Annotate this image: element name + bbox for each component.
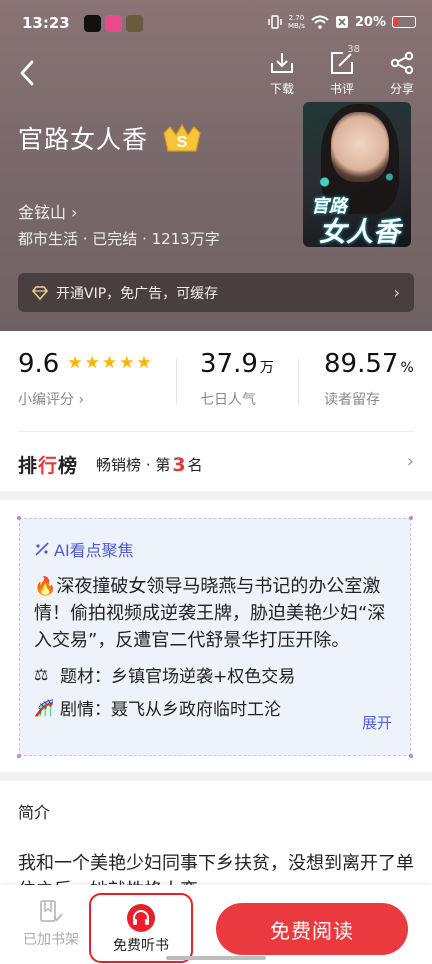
vibrate-icon <box>268 15 282 29</box>
ai-plot-line: 🎢 剧情： 聂飞从乡政府临时工沦 <box>34 695 396 720</box>
status-time: 13:23 <box>22 14 70 32</box>
share-button[interactable]: 分享 <box>380 50 424 97</box>
popularity-stat: 37.9 万 七日人气 <box>200 349 274 409</box>
home-indicator[interactable] <box>166 956 266 960</box>
app-notification-icon <box>126 15 143 32</box>
editor-score[interactable]: 9.6 ★ ★ ★ ★ ★ 小编评分 › <box>18 349 152 409</box>
book-meta: 都市生活 · 已完结 · 1213万字 <box>18 230 220 248</box>
s-grade-letter: S <box>177 134 188 151</box>
headphones-icon <box>127 904 155 932</box>
author-name: 金铉山 <box>18 203 67 222</box>
battery-icon <box>392 16 416 28</box>
corner-dot <box>17 754 21 758</box>
ai-description: 🔥深夜撞破女领导马晓燕与书记的办公室激情！偷拍视频成逆袭王牌，胁迫美艳少妇“深入… <box>34 576 386 651</box>
popularity-label: 七日人气 <box>200 392 256 408</box>
review-button[interactable]: 38 书评 <box>320 44 364 97</box>
s-grade-badge-icon: S <box>163 123 201 152</box>
rank-suffix: 名 <box>187 456 203 474</box>
review-label: 书评 <box>329 82 354 96</box>
bookshelf-added-icon <box>40 900 63 922</box>
ai-genre-line: ⚖ 题材： 乡镇官场逆袭+权色交易 <box>34 662 396 687</box>
author-link[interactable]: 金铉山 › <box>18 199 78 223</box>
book-title: 官路女人香 <box>18 125 149 154</box>
expand-button[interactable]: 展开 <box>362 712 392 733</box>
plot-label: 剧情： <box>60 700 111 720</box>
genre-label: 题材： <box>60 667 111 687</box>
network-speed: 2.70 MB/s <box>288 14 305 30</box>
synopsis-title: 简介 <box>18 803 51 822</box>
divider <box>298 359 299 405</box>
share-label: 分享 <box>389 82 414 96</box>
status-right: 2.70 MB/s 20% <box>268 14 416 30</box>
star-icon: ★ <box>119 353 135 373</box>
bookshelf-button[interactable]: 已加书架 <box>16 899 86 949</box>
app-notification-icon <box>84 15 101 32</box>
bottom-action-bar: 已加书架 免费听书 免费阅读 <box>0 885 432 964</box>
status-app-icons <box>84 15 143 32</box>
share-icon <box>390 51 414 75</box>
app-notification-icon <box>105 15 122 32</box>
genre-value: 乡镇官场逆袭+权色交易 <box>111 667 296 687</box>
ai-sparkle-icon <box>35 542 49 556</box>
vip-banner[interactable]: 开通VIP，免广告，可缓存 › <box>18 273 414 312</box>
score-label: 小编评分 <box>18 392 74 408</box>
cover-title: 官路 女人香 <box>311 196 400 247</box>
ai-highlight-card[interactable]: AI看点聚焦 🔥深夜撞破女领导马晓燕与书记的办公室激情！偷拍视频成逆袭王牌，胁迫… <box>17 516 413 758</box>
ai-heading: AI看点聚焦 <box>34 537 396 561</box>
plot-value: 聂飞从乡政府临时工沦 <box>111 700 281 720</box>
battery-percent: 20% <box>354 14 386 30</box>
book-header: 13:23 2.70 MB/s 20% 下载 38 书评 分享 官路女人香 S … <box>0 0 432 331</box>
rank-list: 畅销榜 · 第 <box>96 456 171 474</box>
book-cover[interactable]: 官路 女人香 <box>303 102 411 247</box>
status-bar: 13:23 2.70 MB/s 20% <box>0 0 432 50</box>
read-button[interactable]: 免费阅读 <box>216 903 408 955</box>
retention-label: 读者留存 <box>324 392 380 408</box>
download-icon <box>271 53 293 73</box>
chevron-right-icon: › <box>71 203 78 222</box>
scales-icon: ⚖ <box>34 665 49 684</box>
download-button[interactable]: 下载 <box>260 50 304 97</box>
ai-highlight-section: AI看点聚焦 🔥深夜撞破女领导马晓燕与书记的办公室激情！偷拍视频成逆袭王牌，胁迫… <box>0 500 432 772</box>
no-sim-icon <box>335 16 348 28</box>
listen-label: 免费听书 <box>113 938 169 954</box>
chevron-right-icon: › <box>78 392 85 408</box>
download-label: 下载 <box>269 82 294 96</box>
retention-stat: 89.57% 读者留存 <box>324 349 414 409</box>
chevron-right-icon: › <box>393 283 400 302</box>
rollercoaster-icon: 🎢 <box>34 698 54 717</box>
diamond-icon <box>32 285 48 300</box>
corner-dot <box>17 516 21 520</box>
star-icon: ★ <box>101 353 118 373</box>
star-icon: ★ <box>67 353 83 373</box>
listen-button[interactable]: 免费听书 <box>89 893 193 963</box>
rank-logo: 排行榜 <box>18 455 79 477</box>
rank-number: 3 <box>172 453 186 476</box>
rating-stars: ★ ★ ★ ★ ★ <box>67 353 151 373</box>
stats-card: 9.6 ★ ★ ★ ★ ★ 小编评分 › 37.9 万 七日人气 89.57% 读者留存 排… <box>0 331 432 491</box>
bookshelf-label: 已加书架 <box>23 932 79 948</box>
divider <box>18 431 414 432</box>
wifi-icon <box>311 15 329 29</box>
corner-dot <box>409 516 413 520</box>
corner-dot <box>409 754 413 758</box>
vip-text: 开通VIP，免广告，可缓存 <box>56 285 219 302</box>
retention-unit: % <box>400 360 414 376</box>
retention-value: 89.57 <box>324 349 399 379</box>
popularity-value: 37.9 <box>200 349 258 379</box>
popularity-unit: 万 <box>259 360 274 376</box>
score-value: 9.6 <box>18 349 60 379</box>
title-row: 官路女人香 S <box>18 120 204 156</box>
star-icon: ★ <box>136 353 152 373</box>
chevron-right-icon[interactable]: › <box>407 451 414 472</box>
review-count: 38 <box>347 44 360 55</box>
rank-row[interactable]: 排行榜 畅销榜 · 第 3 名 <box>18 451 203 478</box>
back-arrow-icon[interactable] <box>16 58 38 88</box>
star-icon: ★ <box>84 353 100 373</box>
divider <box>176 359 177 405</box>
